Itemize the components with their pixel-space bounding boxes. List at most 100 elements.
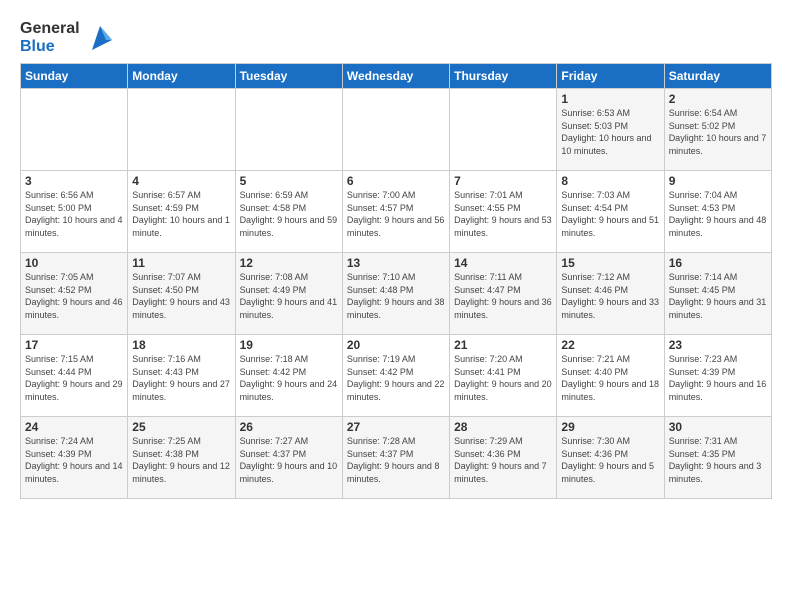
day-cell: 16Sunrise: 7:14 AM Sunset: 4:45 PM Dayli… xyxy=(664,253,771,335)
day-cell: 13Sunrise: 7:10 AM Sunset: 4:48 PM Dayli… xyxy=(342,253,449,335)
day-info: Sunrise: 7:08 AM Sunset: 4:49 PM Dayligh… xyxy=(240,271,338,321)
day-number: 28 xyxy=(454,420,552,434)
logo-icon xyxy=(84,22,116,54)
day-number: 1 xyxy=(561,92,659,106)
day-cell: 9Sunrise: 7:04 AM Sunset: 4:53 PM Daylig… xyxy=(664,171,771,253)
day-info: Sunrise: 7:18 AM Sunset: 4:42 PM Dayligh… xyxy=(240,353,338,403)
day-info: Sunrise: 7:00 AM Sunset: 4:57 PM Dayligh… xyxy=(347,189,445,239)
day-cell: 10Sunrise: 7:05 AM Sunset: 4:52 PM Dayli… xyxy=(21,253,128,335)
day-number: 22 xyxy=(561,338,659,352)
day-info: Sunrise: 7:14 AM Sunset: 4:45 PM Dayligh… xyxy=(669,271,767,321)
day-cell: 24Sunrise: 7:24 AM Sunset: 4:39 PM Dayli… xyxy=(21,417,128,499)
day-cell: 27Sunrise: 7:28 AM Sunset: 4:37 PM Dayli… xyxy=(342,417,449,499)
day-cell: 2Sunrise: 6:54 AM Sunset: 5:02 PM Daylig… xyxy=(664,89,771,171)
day-number: 3 xyxy=(25,174,123,188)
day-cell: 29Sunrise: 7:30 AM Sunset: 4:36 PM Dayli… xyxy=(557,417,664,499)
day-cell: 28Sunrise: 7:29 AM Sunset: 4:36 PM Dayli… xyxy=(450,417,557,499)
day-cell: 1Sunrise: 6:53 AM Sunset: 5:03 PM Daylig… xyxy=(557,89,664,171)
day-info: Sunrise: 7:20 AM Sunset: 4:41 PM Dayligh… xyxy=(454,353,552,403)
day-info: Sunrise: 7:15 AM Sunset: 4:44 PM Dayligh… xyxy=(25,353,123,403)
day-cell: 3Sunrise: 6:56 AM Sunset: 5:00 PM Daylig… xyxy=(21,171,128,253)
week-row-2: 3Sunrise: 6:56 AM Sunset: 5:00 PM Daylig… xyxy=(21,171,772,253)
day-cell: 25Sunrise: 7:25 AM Sunset: 4:38 PM Dayli… xyxy=(128,417,235,499)
day-cell: 20Sunrise: 7:19 AM Sunset: 4:42 PM Dayli… xyxy=(342,335,449,417)
day-info: Sunrise: 7:10 AM Sunset: 4:48 PM Dayligh… xyxy=(347,271,445,321)
day-info: Sunrise: 7:01 AM Sunset: 4:55 PM Dayligh… xyxy=(454,189,552,239)
day-number: 21 xyxy=(454,338,552,352)
day-number: 23 xyxy=(669,338,767,352)
day-info: Sunrise: 7:28 AM Sunset: 4:37 PM Dayligh… xyxy=(347,435,445,485)
day-number: 5 xyxy=(240,174,338,188)
day-info: Sunrise: 6:56 AM Sunset: 5:00 PM Dayligh… xyxy=(25,189,123,239)
logo-text-line1: General xyxy=(20,20,80,38)
day-info: Sunrise: 7:16 AM Sunset: 4:43 PM Dayligh… xyxy=(132,353,230,403)
day-cell: 6Sunrise: 7:00 AM Sunset: 4:57 PM Daylig… xyxy=(342,171,449,253)
day-number: 27 xyxy=(347,420,445,434)
day-info: Sunrise: 7:03 AM Sunset: 4:54 PM Dayligh… xyxy=(561,189,659,239)
day-cell: 18Sunrise: 7:16 AM Sunset: 4:43 PM Dayli… xyxy=(128,335,235,417)
col-header-saturday: Saturday xyxy=(664,64,771,89)
logo-text-line2: Blue xyxy=(20,38,80,56)
day-cell: 14Sunrise: 7:11 AM Sunset: 4:47 PM Dayli… xyxy=(450,253,557,335)
day-cell: 17Sunrise: 7:15 AM Sunset: 4:44 PM Dayli… xyxy=(21,335,128,417)
day-cell: 15Sunrise: 7:12 AM Sunset: 4:46 PM Dayli… xyxy=(557,253,664,335)
day-cell xyxy=(235,89,342,171)
day-number: 19 xyxy=(240,338,338,352)
day-info: Sunrise: 7:24 AM Sunset: 4:39 PM Dayligh… xyxy=(25,435,123,485)
day-info: Sunrise: 7:25 AM Sunset: 4:38 PM Dayligh… xyxy=(132,435,230,485)
day-cell: 26Sunrise: 7:27 AM Sunset: 4:37 PM Dayli… xyxy=(235,417,342,499)
day-number: 15 xyxy=(561,256,659,270)
logo: General Blue xyxy=(20,20,116,55)
day-cell: 21Sunrise: 7:20 AM Sunset: 4:41 PM Dayli… xyxy=(450,335,557,417)
day-info: Sunrise: 7:12 AM Sunset: 4:46 PM Dayligh… xyxy=(561,271,659,321)
day-cell: 7Sunrise: 7:01 AM Sunset: 4:55 PM Daylig… xyxy=(450,171,557,253)
day-cell xyxy=(342,89,449,171)
day-number: 4 xyxy=(132,174,230,188)
week-row-4: 17Sunrise: 7:15 AM Sunset: 4:44 PM Dayli… xyxy=(21,335,772,417)
day-info: Sunrise: 7:27 AM Sunset: 4:37 PM Dayligh… xyxy=(240,435,338,485)
col-header-monday: Monday xyxy=(128,64,235,89)
day-cell: 11Sunrise: 7:07 AM Sunset: 4:50 PM Dayli… xyxy=(128,253,235,335)
week-row-3: 10Sunrise: 7:05 AM Sunset: 4:52 PM Dayli… xyxy=(21,253,772,335)
day-cell: 5Sunrise: 6:59 AM Sunset: 4:58 PM Daylig… xyxy=(235,171,342,253)
day-info: Sunrise: 7:31 AM Sunset: 4:35 PM Dayligh… xyxy=(669,435,767,485)
day-number: 14 xyxy=(454,256,552,270)
day-number: 8 xyxy=(561,174,659,188)
day-cell: 19Sunrise: 7:18 AM Sunset: 4:42 PM Dayli… xyxy=(235,335,342,417)
day-info: Sunrise: 7:05 AM Sunset: 4:52 PM Dayligh… xyxy=(25,271,123,321)
day-info: Sunrise: 6:53 AM Sunset: 5:03 PM Dayligh… xyxy=(561,107,659,157)
day-number: 10 xyxy=(25,256,123,270)
day-cell xyxy=(21,89,128,171)
col-header-wednesday: Wednesday xyxy=(342,64,449,89)
day-info: Sunrise: 7:21 AM Sunset: 4:40 PM Dayligh… xyxy=(561,353,659,403)
day-number: 9 xyxy=(669,174,767,188)
day-cell: 4Sunrise: 6:57 AM Sunset: 4:59 PM Daylig… xyxy=(128,171,235,253)
day-number: 11 xyxy=(132,256,230,270)
day-number: 12 xyxy=(240,256,338,270)
col-header-friday: Friday xyxy=(557,64,664,89)
day-info: Sunrise: 7:19 AM Sunset: 4:42 PM Dayligh… xyxy=(347,353,445,403)
page: General Blue SundayMondayTuesdayWednesda… xyxy=(0,0,792,509)
day-number: 24 xyxy=(25,420,123,434)
day-info: Sunrise: 7:07 AM Sunset: 4:50 PM Dayligh… xyxy=(132,271,230,321)
day-cell xyxy=(128,89,235,171)
day-number: 18 xyxy=(132,338,230,352)
day-info: Sunrise: 7:29 AM Sunset: 4:36 PM Dayligh… xyxy=(454,435,552,485)
day-number: 26 xyxy=(240,420,338,434)
col-header-tuesday: Tuesday xyxy=(235,64,342,89)
header: General Blue xyxy=(20,16,772,55)
day-number: 7 xyxy=(454,174,552,188)
day-number: 20 xyxy=(347,338,445,352)
col-header-thursday: Thursday xyxy=(450,64,557,89)
day-number: 13 xyxy=(347,256,445,270)
calendar-table: SundayMondayTuesdayWednesdayThursdayFrid… xyxy=(20,63,772,499)
day-number: 30 xyxy=(669,420,767,434)
day-number: 17 xyxy=(25,338,123,352)
day-cell: 30Sunrise: 7:31 AM Sunset: 4:35 PM Dayli… xyxy=(664,417,771,499)
day-info: Sunrise: 6:57 AM Sunset: 4:59 PM Dayligh… xyxy=(132,189,230,239)
day-info: Sunrise: 6:54 AM Sunset: 5:02 PM Dayligh… xyxy=(669,107,767,157)
day-cell: 12Sunrise: 7:08 AM Sunset: 4:49 PM Dayli… xyxy=(235,253,342,335)
day-number: 6 xyxy=(347,174,445,188)
header-row: SundayMondayTuesdayWednesdayThursdayFrid… xyxy=(21,64,772,89)
day-cell: 23Sunrise: 7:23 AM Sunset: 4:39 PM Dayli… xyxy=(664,335,771,417)
